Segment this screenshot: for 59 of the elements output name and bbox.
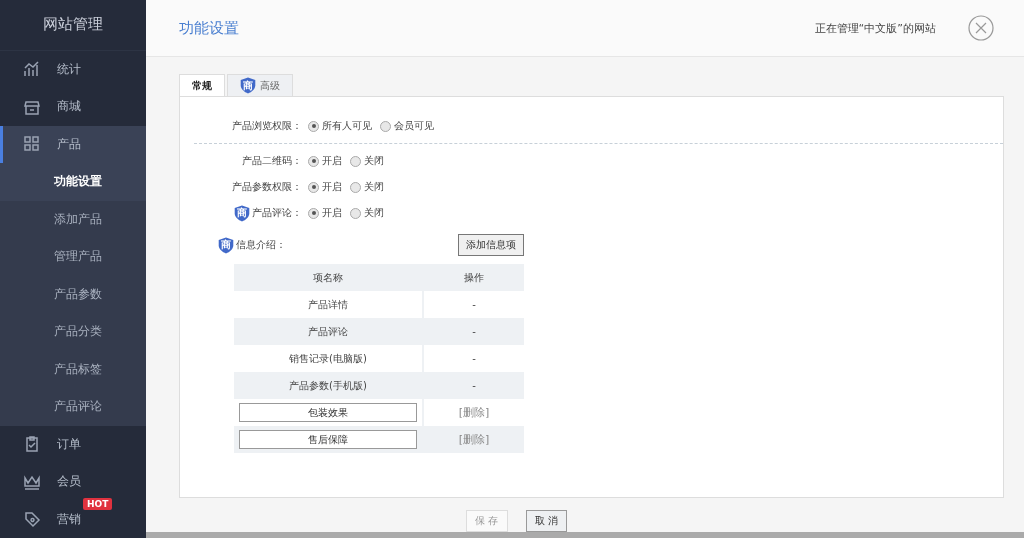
radio-option[interactable]: 开启 — [308, 206, 342, 220]
column-header: 操作 — [424, 264, 524, 291]
shield-icon: 商 — [234, 204, 250, 222]
delete-link[interactable]: [删除] — [458, 405, 490, 420]
submenu-item[interactable]: 产品标签 — [0, 350, 146, 388]
shield-icon: 商 — [240, 77, 256, 94]
item-name-field[interactable]: 售后保障 — [239, 430, 417, 449]
sidebar-item[interactable]: 统计 — [0, 50, 146, 88]
tag-icon — [23, 510, 41, 529]
radio-button[interactable] — [308, 120, 319, 132]
grid-icon — [23, 135, 41, 154]
field-label: 产品二维码： — [242, 154, 302, 168]
sidebar-item[interactable]: 商城 — [0, 88, 146, 126]
radio-option[interactable]: 会员可见 — [380, 119, 434, 133]
table-cell: - — [424, 318, 524, 345]
sidebar-item[interactable]: 营销 HOT — [0, 500, 146, 538]
radio-option[interactable]: 所有人可见 — [308, 119, 372, 133]
submenu-item[interactable]: 功能设置 — [0, 163, 146, 201]
radio-option[interactable]: 关闭 — [350, 154, 384, 168]
page-title: 功能设置 — [179, 18, 239, 38]
hot-badge: HOT — [83, 497, 113, 510]
app-title: 网站管理 — [43, 15, 103, 35]
radio-option[interactable]: 关闭 — [350, 206, 384, 220]
tab[interactable]: 常规 — [179, 74, 225, 96]
table-cell: 产品参数(手机版) — [234, 372, 424, 399]
radio-option[interactable]: 关闭 — [350, 180, 384, 194]
cancel-button[interactable]: 取 消 — [525, 510, 567, 532]
submenu-item[interactable]: 添加产品 — [0, 200, 146, 238]
submenu-item[interactable]: 产品分类 — [0, 313, 146, 351]
submenu-item[interactable]: 产品参数 — [0, 275, 146, 313]
submenu-item[interactable]: 产品评论 — [0, 388, 146, 426]
tab[interactable]: 商 高级 — [227, 74, 293, 96]
shield-icon: 商 — [218, 236, 234, 254]
table-cell: - — [424, 372, 524, 399]
radio-button[interactable] — [380, 120, 391, 132]
add-info-button[interactable]: 添加信息项 — [458, 234, 524, 256]
table-cell: 产品评论 — [234, 318, 424, 345]
field-label: 信息介绍： — [236, 238, 286, 252]
chart-icon — [23, 60, 41, 79]
field-label: 产品参数权限： — [232, 180, 302, 194]
close-icon[interactable] — [968, 15, 994, 41]
site-context-text: 正在管理“中文版”的网站 — [814, 20, 936, 36]
sidebar-item[interactable]: 订单 — [0, 425, 146, 463]
clipboard-icon — [23, 435, 41, 454]
sidebar-item[interactable]: 产品 — [0, 125, 146, 163]
radio-button[interactable] — [350, 155, 361, 167]
radio-option[interactable]: 开启 — [308, 180, 342, 194]
radio-option[interactable]: 开启 — [308, 154, 342, 168]
radio-button[interactable] — [308, 181, 319, 193]
submenu-item[interactable]: 管理产品 — [0, 238, 146, 276]
field-label: 产品评论： — [252, 206, 302, 220]
radio-button[interactable] — [350, 181, 361, 193]
column-header: 项名称 — [234, 264, 424, 291]
radio-button[interactable] — [308, 155, 319, 167]
radio-button[interactable] — [308, 207, 319, 219]
radio-button[interactable] — [350, 207, 361, 219]
field-label: 产品浏览权限： — [232, 119, 302, 133]
scrollbar[interactable] — [146, 532, 1024, 538]
item-name-field[interactable]: 包装效果 — [239, 403, 417, 422]
